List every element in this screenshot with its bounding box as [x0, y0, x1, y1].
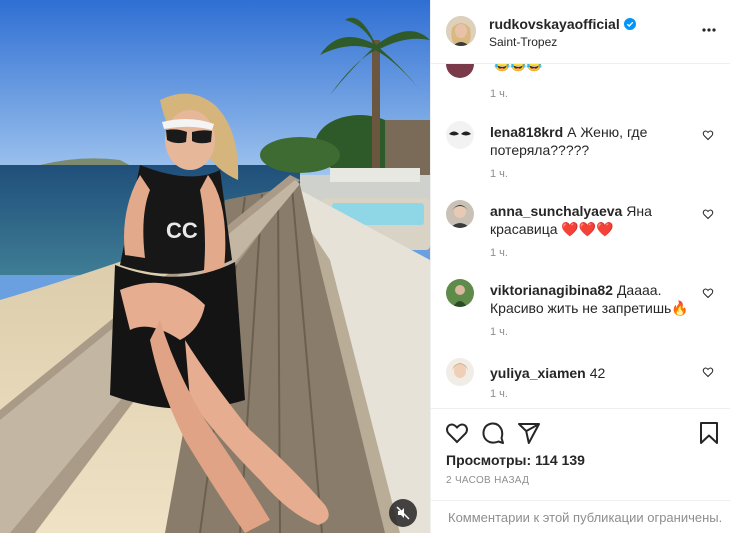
comment-text: 😂😂😂 — [490, 64, 690, 74]
post-timestamp[interactable]: 2 часов назад — [446, 475, 529, 486]
post-actions-section: Просмотры: 114 139 2 часов назад Коммент… — [431, 408, 730, 528]
comment-text: anna_sunchalyaeva Яна красавица ❤️❤️❤️ — [490, 202, 690, 238]
post-location[interactable]: Saint-Tropez — [489, 35, 557, 49]
post-video[interactable]: CC — [0, 0, 430, 533]
more-options-icon[interactable] — [701, 22, 717, 38]
comment-username[interactable]: anna_sunchalyaeva — [490, 203, 622, 219]
commenter-avatar[interactable] — [446, 121, 474, 149]
avatar-image — [446, 16, 476, 46]
comments-restricted-notice: Комментарии к этой публикации ограничены… — [431, 500, 730, 531]
mute-toggle-button[interactable] — [389, 499, 417, 527]
verified-badge-icon — [623, 18, 636, 30]
comment-bubble-icon[interactable] — [481, 421, 505, 445]
author-username[interactable]: rudkovskayaofficial — [489, 16, 620, 32]
heart-icon[interactable] — [702, 208, 714, 220]
bookmark-icon[interactable] — [697, 421, 721, 445]
comment-username[interactable]: yuliya_xiamen — [490, 365, 586, 381]
heart-icon[interactable] — [702, 287, 714, 299]
post-header: rudkovskayaofficial Saint-Tropez — [431, 0, 730, 64]
comment-time[interactable]: 1 ч. — [490, 326, 508, 338]
avatar-image — [446, 358, 474, 386]
avatar-image — [446, 200, 474, 228]
views-number: 114 139 — [535, 452, 585, 468]
video-frame: CC — [0, 0, 430, 533]
comment-body: 😂😂😂 — [494, 64, 543, 72]
comment-username[interactable]: lena818krd — [490, 124, 563, 140]
author-username-row[interactable]: rudkovskayaofficial — [489, 16, 636, 32]
heart-icon[interactable] — [702, 129, 714, 141]
comment-time[interactable]: 1 ч. — [490, 88, 508, 100]
muted-speaker-icon — [396, 506, 410, 520]
commenter-avatar[interactable] — [446, 200, 474, 228]
avatar-image — [446, 64, 474, 78]
comment-text: yuliya_xiamen 42 — [490, 364, 690, 382]
comment-username[interactable]: viktorianagibina82 — [490, 282, 613, 298]
comment-time[interactable]: 1 ч. — [490, 247, 508, 259]
svg-text:CC: CC — [166, 218, 198, 243]
views-count: Просмотры: 114 139 — [446, 452, 585, 468]
heart-icon[interactable] — [702, 366, 714, 378]
views-label: Просмотры: — [446, 452, 532, 468]
comment-text: viktorianagibina82 Даааа. Красиво жить не… — [490, 281, 690, 317]
comment-time[interactable]: 1 ч. — [490, 388, 508, 400]
commenter-avatar[interactable] — [446, 64, 474, 78]
paper-plane-icon[interactable] — [517, 421, 541, 445]
comment-time[interactable]: 1 ч. — [490, 168, 508, 180]
comment-body: 42 — [589, 365, 606, 381]
avatar-image — [446, 121, 474, 149]
comment-text: lena818krd А Женю, где потеряла????? — [490, 123, 690, 159]
commenter-avatar[interactable] — [446, 279, 474, 307]
commenter-avatar[interactable] — [446, 358, 474, 386]
comments-list[interactable]: 😂😂😂 1 ч. lena818krd А Женю, где потеряла?… — [431, 64, 730, 408]
avatar-image — [446, 279, 474, 307]
post-details-panel: rudkovskayaofficial Saint-Tropez 😂😂😂 1 ч… — [430, 0, 730, 533]
heart-icon[interactable] — [445, 421, 469, 445]
author-avatar[interactable] — [446, 16, 476, 46]
